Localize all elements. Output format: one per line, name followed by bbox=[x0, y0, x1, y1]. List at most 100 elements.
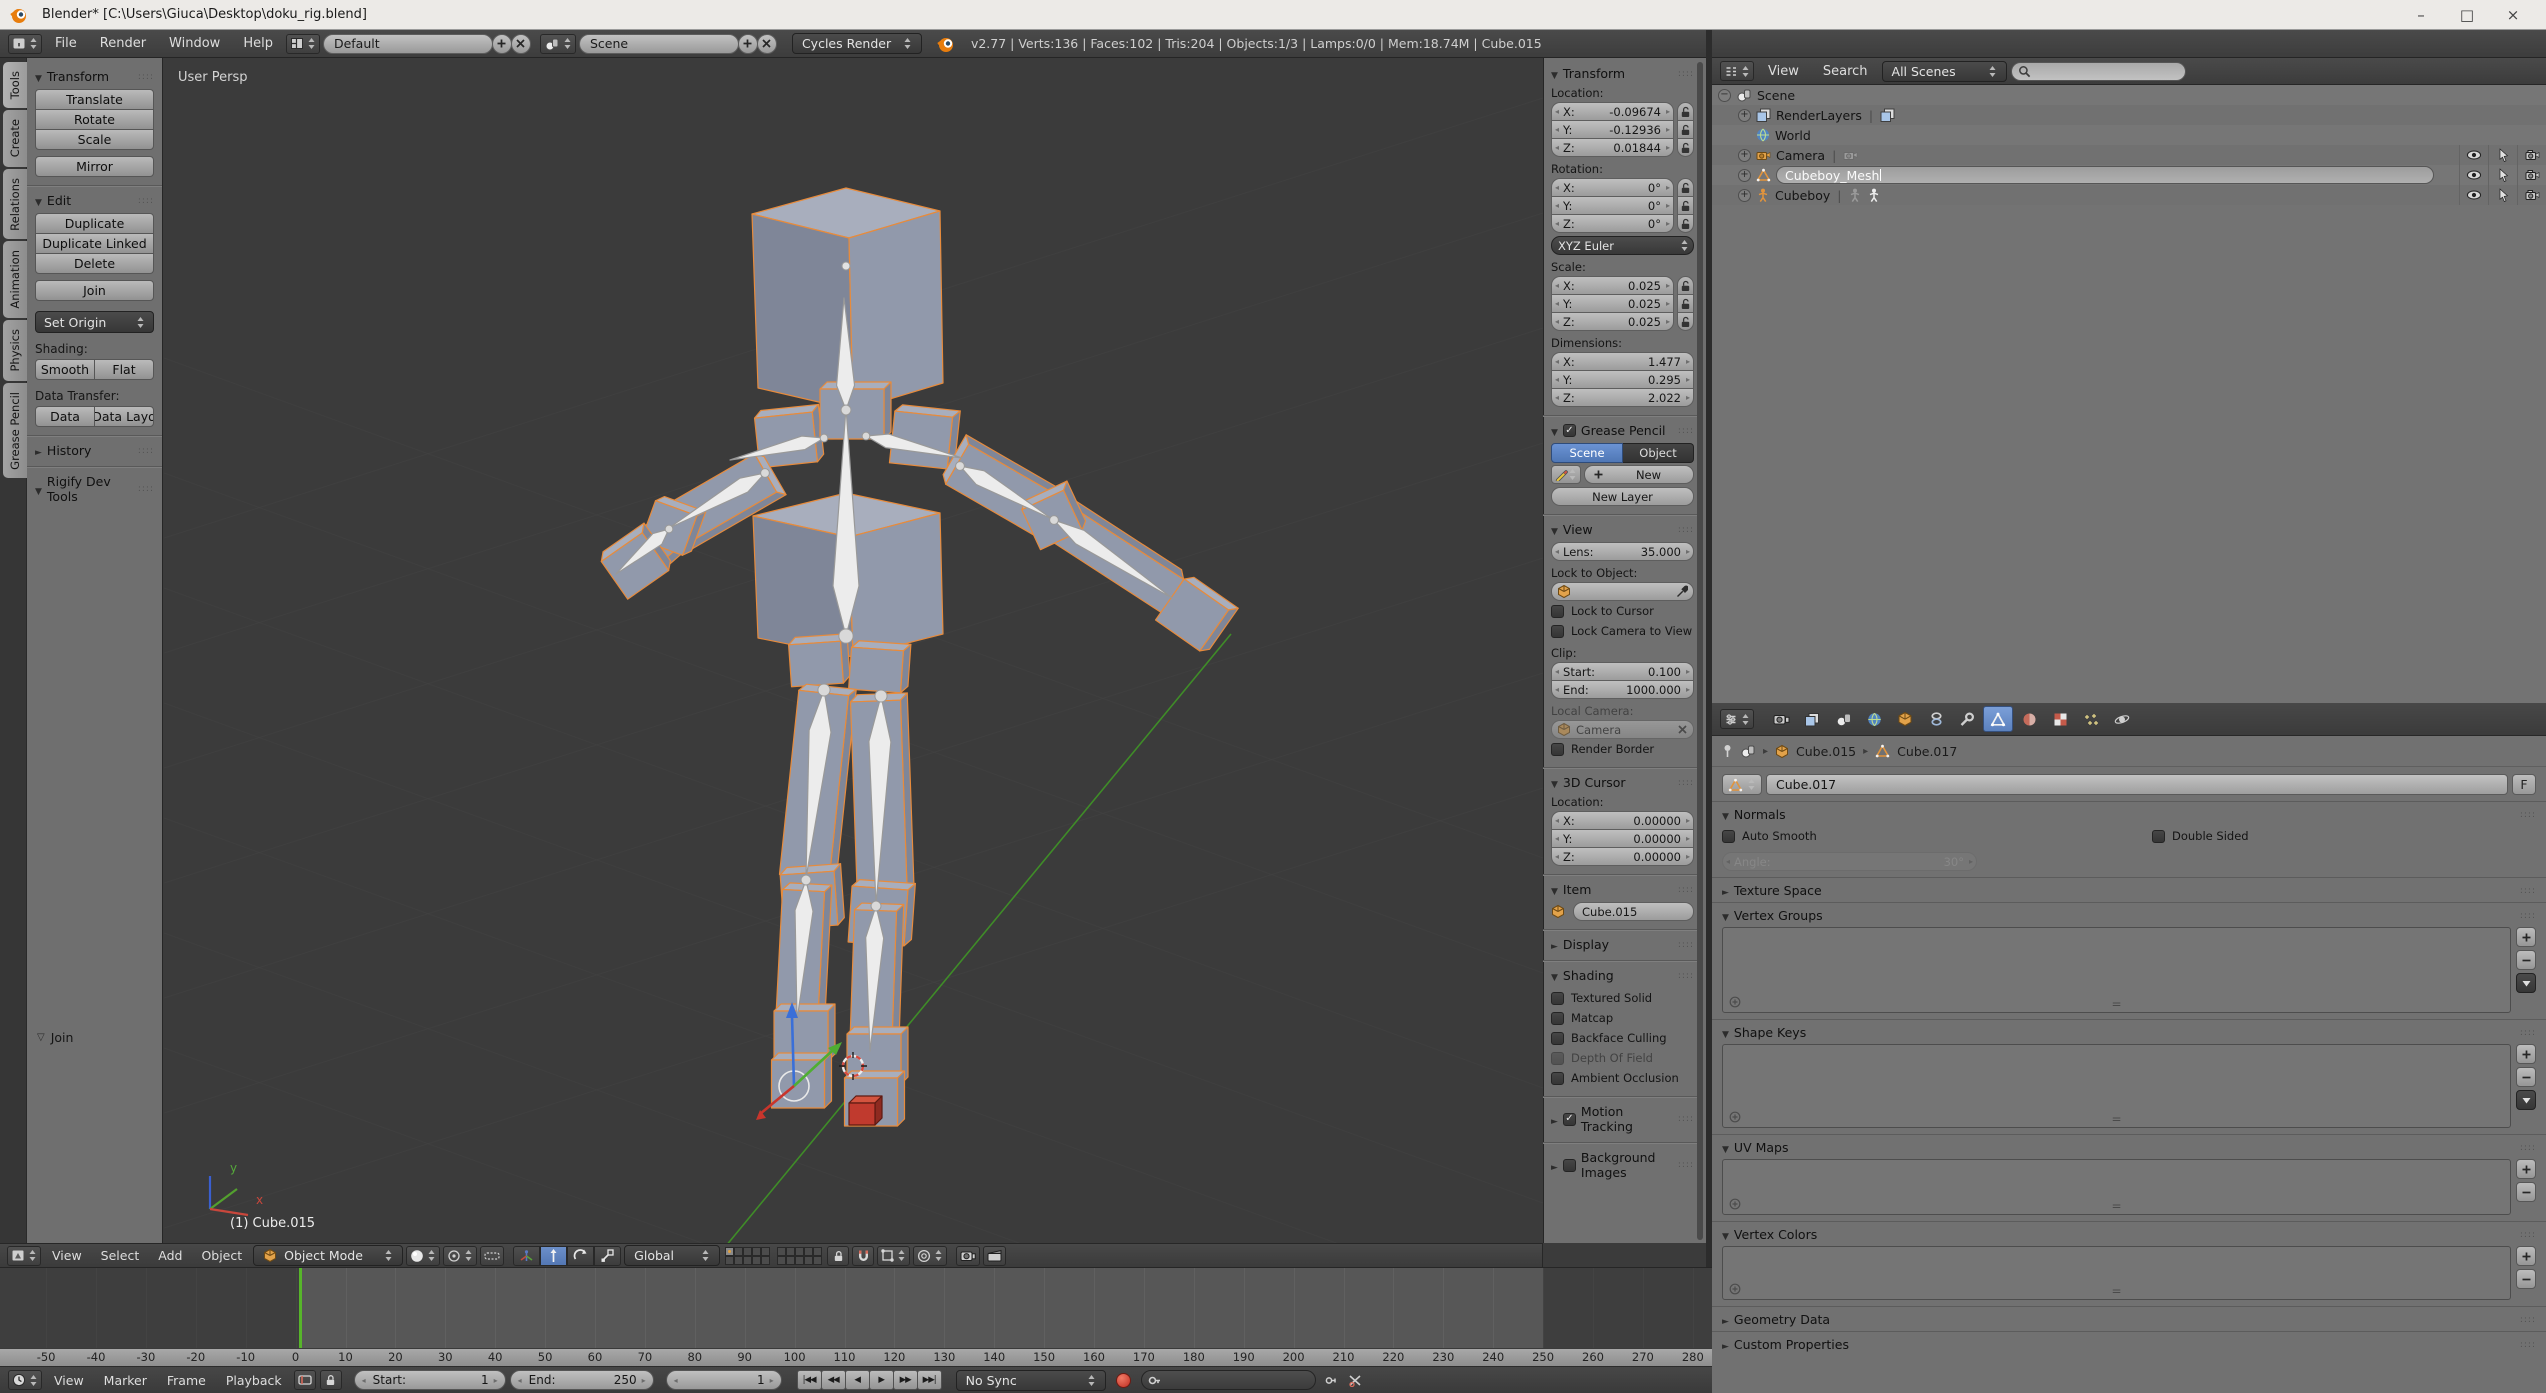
timeline-body[interactable] bbox=[0, 1268, 1712, 1348]
outliner-row-cubeboy[interactable]: +Cubeboy| bbox=[1712, 185, 2546, 205]
shading-textured-solid-toggle[interactable]: Textured Solid bbox=[1551, 988, 1694, 1008]
outliner-scope-select[interactable]: All Scenes bbox=[1882, 61, 2007, 82]
lock-transform-icon[interactable] bbox=[1677, 120, 1694, 139]
scene-select[interactable]: Scene bbox=[579, 34, 739, 54]
lock-camera-toggle[interactable]: Lock Camera to View bbox=[1551, 621, 1694, 641]
toolshelf-tab-physics[interactable]: Physics bbox=[3, 320, 27, 381]
checkbox[interactable] bbox=[1551, 1072, 1564, 1085]
rigify-panel-header[interactable]: Rigify Dev Tools bbox=[35, 474, 154, 504]
manipulator-translate[interactable] bbox=[540, 1246, 567, 1266]
pivot-align-toggle[interactable] bbox=[480, 1246, 504, 1266]
lock-transform-icon[interactable] bbox=[1677, 138, 1694, 157]
viewport-shading-button[interactable] bbox=[406, 1246, 440, 1266]
auto-keyframe-record-button[interactable] bbox=[1116, 1373, 1131, 1388]
playback-play-reverse-button[interactable]: ◀ bbox=[845, 1370, 870, 1390]
np-shading-header[interactable]: Shading bbox=[1551, 968, 1694, 983]
viewport-menu-add[interactable]: Add bbox=[150, 1248, 190, 1263]
screen-layout-icon[interactable] bbox=[286, 34, 320, 54]
layer-cell[interactable] bbox=[777, 1256, 786, 1265]
uv-maps-list[interactable] bbox=[1722, 1159, 2511, 1215]
uv-maps-panel-header[interactable]: UV Maps bbox=[1712, 1134, 2546, 1155]
playback-jump-end-button[interactable]: ▶▶| bbox=[917, 1370, 942, 1390]
render-border-toggle[interactable]: Render Border bbox=[1551, 739, 1694, 759]
opengl-render-button[interactable] bbox=[956, 1246, 980, 1266]
npanel-rotation-2-field[interactable]: ◂Z: 0°▸ bbox=[1551, 214, 1674, 233]
breadcrumb-data[interactable]: Cube.017 bbox=[1897, 744, 1957, 759]
pivot-point-button[interactable] bbox=[443, 1246, 477, 1266]
transform-panel-header[interactable]: Transform bbox=[35, 69, 154, 84]
lock-transform-icon[interactable] bbox=[1677, 214, 1694, 233]
maximize-button[interactable]: □ bbox=[2444, 0, 2490, 29]
lens-field[interactable]: ◂Lens:35.000▸ bbox=[1551, 542, 1694, 561]
custom-properties-panel-header[interactable]: Custom Properties bbox=[1712, 1331, 2546, 1352]
screen-layout-delete-button[interactable] bbox=[511, 34, 531, 54]
texture-space-panel-header[interactable]: Texture Space bbox=[1712, 877, 2546, 898]
layer-cell[interactable] bbox=[804, 1247, 813, 1256]
properties-tab-physics[interactable] bbox=[2107, 706, 2137, 732]
playback-play-button[interactable]: ▶ bbox=[869, 1370, 894, 1390]
properties-tab-world[interactable] bbox=[1859, 706, 1889, 732]
properties-tab-constraints[interactable] bbox=[1921, 706, 1951, 732]
layer-cell[interactable] bbox=[725, 1247, 734, 1256]
layer-cell[interactable] bbox=[786, 1247, 795, 1256]
scene-icon[interactable] bbox=[540, 34, 576, 54]
npanel-scale-2-field[interactable]: ◂Z: 0.025▸ bbox=[1551, 312, 1674, 331]
vertex-groups-panel-header[interactable]: Vertex Groups bbox=[1712, 902, 2546, 923]
npanel-location-2-field[interactable]: ◂Z: 0.01844▸ bbox=[1551, 138, 1674, 157]
toolshelf-tab-animation[interactable]: Animation bbox=[3, 241, 27, 318]
properties-tab-object[interactable] bbox=[1890, 706, 1920, 732]
layer-cell[interactable] bbox=[761, 1247, 770, 1256]
breadcrumb-object[interactable]: Cube.015 bbox=[1796, 744, 1856, 759]
duplicate-button[interactable]: Duplicate bbox=[35, 213, 154, 234]
rename-input[interactable]: Cubeboy_Mesh bbox=[1776, 166, 2434, 184]
shading-matcap-toggle[interactable]: Matcap bbox=[1551, 1008, 1694, 1028]
properties-tab-modifiers[interactable] bbox=[1952, 706, 1982, 732]
npanel-location-1-field[interactable]: ◂Y: -0.12936▸ bbox=[1551, 120, 1674, 139]
npanel-scale-1-field[interactable]: ◂Y: 0.025▸ bbox=[1551, 294, 1674, 313]
vertex-colors-panel-header[interactable]: Vertex Colors bbox=[1712, 1221, 2546, 1242]
frame-end-field[interactable]: ◂End:250▸ bbox=[510, 1370, 654, 1390]
layer-cell[interactable] bbox=[752, 1256, 761, 1265]
viewport-menu-view[interactable]: View bbox=[44, 1248, 90, 1263]
mode-select[interactable]: Object Mode bbox=[253, 1245, 403, 1266]
selectability-cursor-icon[interactable] bbox=[2488, 145, 2517, 165]
keying-set-field[interactable] bbox=[1141, 1370, 1316, 1390]
outliner-row-renderlayers[interactable]: +RenderLayers| bbox=[1712, 105, 2546, 125]
editor-type-3dview-button[interactable] bbox=[7, 1246, 41, 1266]
expand-icon[interactable]: + bbox=[1738, 169, 1751, 182]
editor-type-properties-button[interactable] bbox=[1720, 709, 1754, 729]
translate-button[interactable]: Translate bbox=[35, 89, 154, 110]
shading-ambient-occlusion-toggle[interactable]: Ambient Occlusion bbox=[1551, 1068, 1694, 1088]
renderability-camera-icon[interactable] bbox=[2517, 185, 2546, 205]
np-grease-pencil-header[interactable]: Grease Pencil bbox=[1551, 423, 1694, 438]
local-camera-field[interactable]: Camera bbox=[1551, 720, 1694, 739]
gp-new-button[interactable]: New bbox=[1584, 465, 1694, 484]
lock-transform-icon[interactable] bbox=[1677, 102, 1694, 121]
menu-help[interactable]: Help bbox=[233, 36, 283, 51]
layers-grid-1[interactable] bbox=[725, 1247, 770, 1265]
timeline-menu-playback[interactable]: Playback bbox=[218, 1373, 290, 1388]
shape-key-add-button[interactable] bbox=[2516, 1044, 2536, 1064]
fake-user-button[interactable]: F bbox=[2512, 774, 2536, 795]
grease-pencil-checkbox[interactable] bbox=[1563, 424, 1576, 437]
visibility-eye-icon[interactable] bbox=[2459, 145, 2488, 165]
menu-render[interactable]: Render bbox=[90, 36, 156, 51]
layer-cell[interactable] bbox=[734, 1247, 743, 1256]
frame-start-field[interactable]: ◂Start:1▸ bbox=[354, 1370, 506, 1390]
visibility-eye-icon[interactable] bbox=[2459, 165, 2488, 185]
transform-orientation-select[interactable]: Global bbox=[624, 1245, 720, 1266]
lock-transform-icon[interactable] bbox=[1677, 276, 1694, 295]
outliner-menu-view[interactable]: View bbox=[1758, 64, 1809, 79]
layers-grid-2[interactable] bbox=[777, 1247, 822, 1265]
render-engine-select[interactable]: Cycles Render bbox=[792, 33, 922, 54]
vertex-group-specials-button[interactable] bbox=[2516, 973, 2536, 993]
expand-icon[interactable]: + bbox=[1738, 149, 1751, 162]
checkbox[interactable] bbox=[1551, 1012, 1564, 1025]
data-layo-button[interactable]: Data Layo bbox=[94, 406, 154, 427]
rotation-mode-select[interactable]: XYZ Euler bbox=[1551, 236, 1694, 255]
gp-new-layer-button[interactable]: New Layer bbox=[1551, 487, 1694, 506]
vertex-colors-list[interactable] bbox=[1722, 1246, 2511, 1300]
lock-time-toggle[interactable] bbox=[320, 1370, 342, 1390]
np-item-header[interactable]: Item bbox=[1551, 882, 1694, 897]
layer-cell[interactable] bbox=[795, 1247, 804, 1256]
